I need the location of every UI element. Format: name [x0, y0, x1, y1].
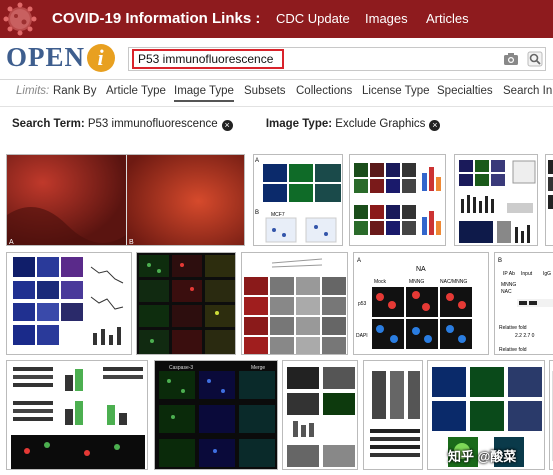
- thumbnail-image: A NA Mock MNNG NAC/MNNG p53 DAPI: [356, 258, 472, 349]
- label-relative-fold-2: Relative fold: [499, 347, 527, 353]
- thumbnail-image: [287, 367, 355, 467]
- result-thumbnail-3[interactable]: [349, 154, 446, 246]
- coronavirus-icon: [3, 2, 37, 36]
- limit-search-in[interactable]: Search In: [503, 85, 552, 97]
- thumbnail-image: A B MCF7: [255, 158, 341, 243]
- label-dapi: DAPI: [356, 333, 368, 339]
- result-thumbnail-11[interactable]: [6, 360, 148, 470]
- limit-article-type[interactable]: Article Type: [106, 85, 166, 97]
- limit-license-type[interactable]: License Type: [362, 85, 430, 97]
- limits-bar: Limits: Rank By Article Type Image Type …: [0, 81, 553, 107]
- images-link[interactable]: Images: [365, 11, 408, 26]
- svg-text:A: A: [255, 158, 259, 164]
- label-mock: Mock: [374, 279, 386, 285]
- logo-i-badge: i: [87, 43, 116, 72]
- limit-collections[interactable]: Collections: [296, 85, 352, 97]
- label-mnng: MNNG: [409, 279, 424, 285]
- label-igg: IgG: [543, 271, 551, 277]
- label-nac: NAC: [501, 289, 512, 295]
- limits-label: Limits:: [16, 85, 50, 97]
- label-mnng-b: MNNG: [501, 282, 516, 288]
- thumbnail-image: [548, 160, 553, 209]
- thumbnail-image: B IP Ab Input IgG MNNG NAC Relative fold…: [498, 258, 553, 353]
- search-term-label: Search Term:: [12, 118, 85, 130]
- label-na: NA: [416, 266, 426, 273]
- label-fold-1: 2.2 2.7 0: [515, 333, 535, 339]
- covid-banner: COVID-19 Information Links : CDC Update …: [0, 0, 553, 38]
- label-input: Input: [521, 271, 533, 277]
- limit-rank-by[interactable]: Rank By: [53, 85, 96, 97]
- watermark: 知乎 @酸菜: [448, 449, 517, 464]
- camera-icon[interactable]: [503, 51, 519, 67]
- search-input[interactable]: P53 immunofluorescence: [132, 49, 284, 69]
- image-type-value: Exclude Graphics: [335, 118, 426, 130]
- result-thumbnail-1[interactable]: A B: [6, 154, 245, 246]
- result-thumbnail-9[interactable]: A NA Mock MNNG NAC/MNNG p53 DAPI: [353, 252, 489, 355]
- svg-text:B: B: [498, 258, 502, 264]
- thumbnail-image: [244, 258, 346, 354]
- result-thumbnail-14[interactable]: [363, 360, 423, 470]
- remove-type-icon[interactable]: ×: [429, 120, 441, 131]
- articles-link[interactable]: Articles: [426, 11, 469, 26]
- logo-text: OPEN: [6, 42, 86, 72]
- label-merge: Merge: [251, 365, 265, 371]
- label-p53: p53: [358, 301, 367, 307]
- thumbnail-image: Caspase-3 Merge: [159, 365, 275, 467]
- search-box[interactable]: P53 immunofluorescence: [128, 47, 546, 71]
- result-thumbnail-16[interactable]: [549, 360, 553, 470]
- thumbnail-image: A B: [7, 155, 244, 246]
- thumbnail-image: [370, 371, 420, 457]
- thumbnail-image: [13, 257, 124, 345]
- search-row: OPEN i P53 immunofluorescence: [0, 38, 553, 80]
- svg-text:B: B: [255, 210, 259, 216]
- label-caspase3: Caspase-3: [169, 365, 193, 371]
- svg-text:B: B: [129, 239, 134, 246]
- thumbnail-image: [354, 163, 441, 235]
- result-thumbnail-5[interactable]: [545, 154, 553, 246]
- thumbnail-image: [11, 367, 145, 469]
- result-thumbnail-10[interactable]: B IP Ab Input IgG MNNG NAC Relative fold…: [494, 252, 553, 355]
- limit-specialties[interactable]: Specialties: [437, 85, 493, 97]
- limit-subsets[interactable]: Subsets: [244, 85, 286, 97]
- result-thumbnail-7[interactable]: [136, 252, 236, 355]
- cdc-update-link[interactable]: CDC Update: [276, 11, 350, 26]
- result-thumbnail-8[interactable]: [241, 252, 348, 355]
- limit-image-type[interactable]: Image Type: [174, 85, 234, 102]
- result-thumbnail-12[interactable]: Caspase-3 Merge: [154, 360, 278, 470]
- result-thumbnail-4[interactable]: [454, 154, 538, 246]
- thumbnail-image: [459, 160, 536, 243]
- result-thumbnail-13[interactable]: [282, 360, 358, 470]
- thumbnail-image: [139, 255, 235, 354]
- active-filters: Search Term: P53 immunofluorescence × Ima…: [12, 118, 542, 131]
- svg-text:A: A: [9, 239, 14, 246]
- label-ip-ab: IP Ab: [503, 271, 515, 277]
- remove-term-icon[interactable]: ×: [221, 120, 233, 131]
- label-nac-mnng: NAC/MNNG: [440, 279, 467, 285]
- svg-text:A: A: [357, 258, 361, 264]
- covid-title: COVID-19 Information Links :: [52, 10, 261, 27]
- openi-logo[interactable]: OPEN i: [6, 42, 116, 73]
- image-type-label: Image Type:: [265, 118, 333, 130]
- search-go-icon[interactable]: [527, 51, 543, 67]
- label-relative-fold: Relative fold: [499, 325, 527, 331]
- result-thumbnail-6[interactable]: [6, 252, 132, 355]
- label-mcf7: MCF7: [271, 212, 285, 218]
- search-term-value: P53 immunofluorescence: [87, 118, 218, 130]
- result-thumbnail-2[interactable]: A B MCF7: [253, 154, 343, 246]
